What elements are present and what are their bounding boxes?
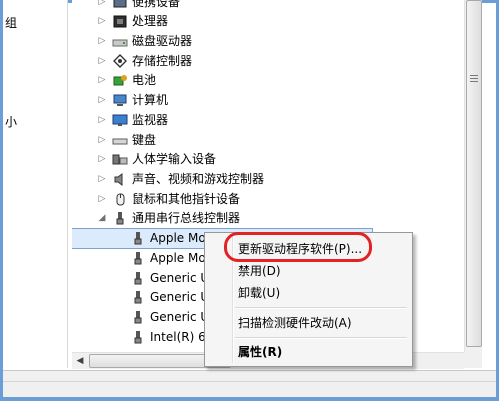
tree-item-label: 声音、视频和游戏控制器: [132, 172, 265, 186]
usb-device-icon: [134, 291, 142, 304]
status-bar: [3, 370, 496, 398]
tree-child-label: Apple Mo: [150, 251, 206, 265]
expand-arrow-icon[interactable]: ▷: [98, 32, 106, 51]
menu-separator: [235, 337, 407, 339]
tree-item-hid[interactable]: ▷ 人体学输入设备: [72, 150, 372, 169]
expand-arrow-icon[interactable]: ▷: [98, 131, 106, 150]
tree-child-label: Generic U: [150, 290, 210, 304]
grip-line: [470, 75, 478, 76]
vertical-scrollbar[interactable]: [464, 0, 482, 352]
tree-item-mice[interactable]: ▷ 鼠标和其他指针设备: [72, 190, 372, 209]
menu-item-scan-hardware[interactable]: 扫描检测硬件改动(A): [238, 312, 352, 334]
tree-item-label: 处理器: [132, 14, 169, 28]
storage-controller-icon: [113, 54, 127, 68]
tree-child-label: Intel(R) 6: [150, 330, 206, 344]
portable-device-icon: [113, 0, 127, 8]
window-frame-bottom: [0, 397, 499, 401]
tree-item-label: 键盘: [132, 133, 157, 147]
expand-arrow-icon[interactable]: ▷: [98, 52, 106, 71]
menu-item-disable[interactable]: 禁用(D): [238, 260, 281, 282]
tree-item-label: 电池: [132, 73, 157, 87]
expand-arrow-icon[interactable]: ▷: [98, 91, 106, 110]
usb-icon: [116, 212, 124, 225]
disk-drive-icon: [112, 39, 128, 47]
left-pane: 组 小: [3, 0, 68, 368]
tree-item-processors[interactable]: ▷ 处理器: [72, 12, 372, 31]
usb-device-icon: [134, 311, 142, 324]
tree-item-battery[interactable]: ▷ 电池: [72, 71, 372, 90]
speaker-icon: [114, 173, 123, 186]
tree-item-label: 通用串行总线控制器: [132, 211, 241, 225]
tree-child-label: Apple Mo: [150, 231, 206, 245]
scrollbar-corner: [464, 352, 482, 368]
tree-item-usb-controllers[interactable]: ◢ 通用串行总线控制器: [72, 209, 372, 228]
tree-item-sound-video-game[interactable]: ▷ 声音、视频和游戏控制器: [72, 170, 392, 189]
cpu-icon: [113, 15, 127, 28]
usb-device-icon: [134, 232, 142, 245]
tree-item-disk-drives[interactable]: ▷ 磁盘驱动器: [72, 32, 372, 51]
context-menu: 更新驱动程序软件(P)... 禁用(D) 卸载(U) 扫描检测硬件改动(A) 属…: [204, 232, 413, 367]
expand-arrow-icon[interactable]: ▷: [98, 71, 106, 90]
tree-item-storage-controllers[interactable]: ▷ 存储控制器: [72, 52, 372, 71]
status-divider: [3, 381, 496, 382]
left-pane-text-2: 小: [5, 115, 18, 129]
expand-arrow-icon[interactable]: ▷: [98, 170, 106, 189]
scroll-left-icon[interactable]: ◀: [72, 353, 88, 369]
tree-item-keyboards[interactable]: ▷ 键盘: [72, 131, 372, 150]
tree-child-label: Generic U: [150, 310, 210, 324]
tree-item-monitors[interactable]: ▷ 监视器: [72, 111, 372, 130]
grip-line: [470, 78, 478, 79]
menu-separator: [235, 307, 407, 309]
expand-arrow-icon[interactable]: ▷: [98, 190, 106, 209]
tree-item-label: 监视器: [132, 113, 169, 127]
vertical-scroll-thumb[interactable]: [466, 0, 482, 347]
menu-item-properties[interactable]: 属性(R): [238, 341, 282, 363]
menu-item-uninstall[interactable]: 卸载(U): [238, 282, 280, 304]
expand-arrow-icon[interactable]: ▷: [98, 111, 106, 130]
menu-icon-gutter: [232, 235, 234, 363]
mouse-icon: [116, 193, 125, 206]
menu-item-update-driver[interactable]: 更新驱动程序软件(P)...: [238, 238, 362, 260]
expand-arrow-icon[interactable]: ▷: [98, 150, 106, 169]
expand-arrow-icon[interactable]: ▷: [98, 0, 106, 12]
tree-item-label: 存储控制器: [132, 54, 193, 68]
expand-arrow-icon[interactable]: ▷: [98, 12, 106, 31]
tree-item-label: 鼠标和其他指针设备: [132, 192, 241, 206]
tree-item-label: 计算机: [132, 93, 169, 107]
tree-item-label: 便携设备: [132, 0, 181, 9]
keyboard-icon: [112, 138, 128, 145]
hid-icon: [112, 154, 128, 165]
tree-item-label: 磁盘驱动器: [132, 34, 193, 48]
tree-item-label: 人体学输入设备: [132, 152, 217, 166]
usb-device-icon: [134, 331, 142, 344]
usb-device-icon: [134, 252, 142, 265]
tree-item-computer[interactable]: ▷ 计算机: [72, 91, 372, 110]
monitor-icon: [112, 114, 128, 126]
grip-line: [470, 81, 478, 82]
battery-icon: [113, 75, 127, 86]
collapse-arrow-icon[interactable]: ◢: [98, 209, 106, 228]
left-pane-text: 组: [5, 16, 18, 30]
computer-icon: [113, 94, 127, 106]
tree-child-label: Generic U: [150, 271, 210, 285]
usb-device-icon: [134, 272, 142, 285]
tree-item-portable-devices[interactable]: ▷ 便携设备: [72, 0, 372, 12]
